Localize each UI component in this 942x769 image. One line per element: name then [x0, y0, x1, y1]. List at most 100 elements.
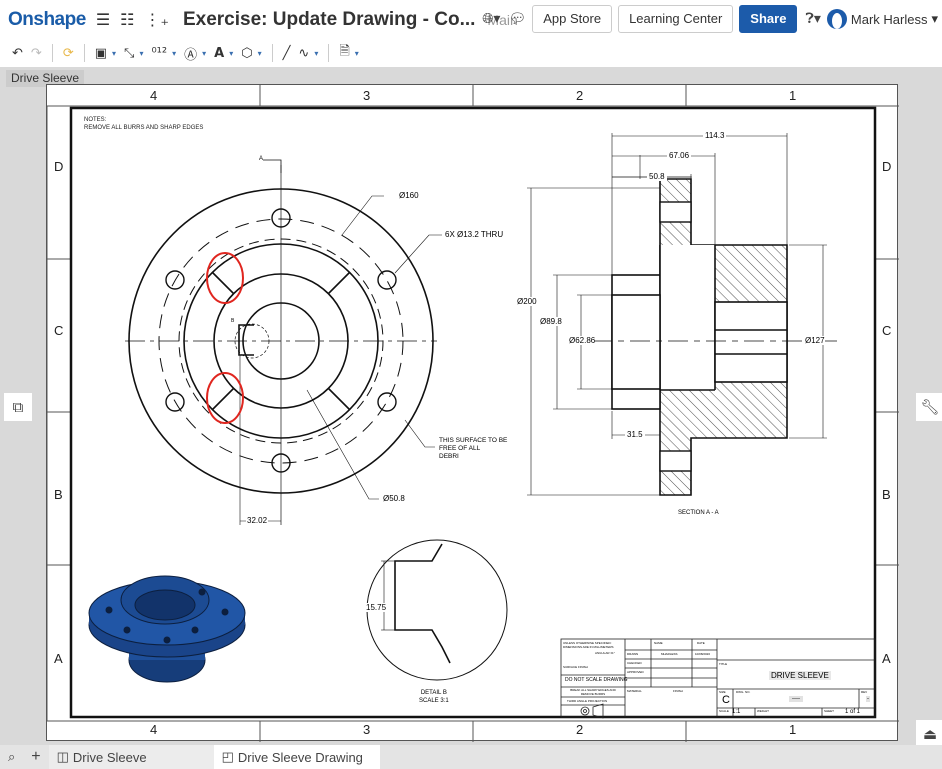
- symbol-tool[interactable]: ⬡ ▾: [241, 46, 261, 61]
- undo-button[interactable]: ↶: [12, 46, 23, 61]
- tb-size[interactable]: C: [722, 694, 730, 706]
- tb-no-scale: DO NOT SCALE DRAWING: [565, 677, 628, 683]
- user-caret-icon[interactable]: ▾: [931, 11, 938, 27]
- zone-col-4-bottom: 4: [150, 722, 158, 737]
- share-button[interactable]: Share: [739, 5, 798, 33]
- toolbar-divider: [328, 44, 330, 62]
- zone-row-b-right: B: [882, 487, 891, 502]
- drawing-canvas: [47, 85, 899, 742]
- drawing-icon: ◰: [221, 749, 234, 764]
- export-dxf-tool[interactable]: 🗎︎ ▾: [339, 42, 358, 64]
- hamburger-menu-icon[interactable]: ☰: [96, 10, 110, 29]
- bottom-tab-bar: ⌕ + ◫ Drive Sleeve ◰ Drive Sleeve Drawin…: [0, 745, 942, 769]
- detail-view: [366, 539, 508, 681]
- tb-finish[interactable]: FINISH: [673, 689, 683, 693]
- onshape-logo[interactable]: Onshape: [8, 9, 86, 31]
- stamp-icon[interactable]: ⏏: [916, 720, 942, 748]
- drawing-toolbar: ↶ ↷ ⟳ ▣ ▾ ⤡ ▾ ⁰¹² ▾ Ⓐ ▾ A ▾ ⬡ ▾ ╱ ∿ ▾ 🗎︎ ▾: [0, 39, 942, 67]
- tb-date-hdr: DATE: [697, 641, 705, 645]
- tb-drawn-date[interactable]: 10/08/2020: [695, 652, 710, 656]
- surface-note-3[interactable]: DEBRI: [439, 453, 507, 461]
- tb-rev[interactable]: -: [866, 696, 870, 702]
- zone-col-4: 4: [150, 88, 158, 103]
- insert-icon[interactable]: ⋮₊: [145, 10, 169, 29]
- tb-title[interactable]: DRIVE SLEEVE: [769, 671, 831, 680]
- dim-d127[interactable]: Ø127: [805, 336, 825, 345]
- avatar[interactable]: [826, 9, 847, 29]
- annotation-icon: Ⓐ: [184, 47, 198, 63]
- detail-marker[interactable]: B: [231, 318, 234, 324]
- zone-col-1-bottom: 1: [789, 722, 797, 737]
- comment-icon[interactable]: 💬︎: [508, 11, 526, 27]
- app-store-button[interactable]: App Store: [532, 5, 613, 33]
- tb-dwg-no[interactable]: ----: [789, 696, 803, 702]
- tb-drawn-name[interactable]: MHARLESS: [661, 652, 678, 656]
- annotation-tool[interactable]: Ⓐ ▾: [184, 44, 206, 63]
- dim-d50-8[interactable]: Ø50.8: [383, 494, 405, 503]
- zone-col-2-bottom: 2: [576, 722, 584, 737]
- symbol-icon: ⬡: [241, 45, 253, 61]
- dim-31-5[interactable]: 31.5: [625, 430, 645, 439]
- toolbar-divider: [271, 44, 273, 62]
- zone-row-d-right: D: [882, 159, 892, 174]
- section-label: SECTION A - A: [678, 510, 719, 516]
- filter-tabs-icon[interactable]: ⌕: [0, 745, 23, 769]
- help-icon[interactable]: ❓︎▾: [805, 11, 820, 27]
- dim-32-02[interactable]: 32.02: [246, 516, 269, 525]
- views-panel-icon[interactable]: ⧉: [4, 393, 32, 421]
- dimension-tool[interactable]: ⤡ ▾: [124, 46, 143, 61]
- learning-center-button[interactable]: Learning Center: [618, 5, 734, 33]
- wrench-icon[interactable]: 🔧︎: [916, 393, 942, 421]
- user-menu[interactable]: Mark Harless: [851, 12, 928, 27]
- update-icon[interactable]: ⟳: [63, 46, 74, 61]
- dim-d200[interactable]: Ø200: [517, 297, 537, 306]
- dim-114-3[interactable]: 114.3: [703, 131, 727, 140]
- section-view: [527, 133, 837, 496]
- detail-scale: SCALE 3:1: [419, 698, 449, 704]
- dim-d89-8[interactable]: Ø89.8: [540, 317, 562, 326]
- tb-material[interactable]: MATERIAL: [627, 689, 642, 693]
- dim-d160[interactable]: Ø160: [399, 191, 419, 200]
- tb-dwg-lbl: DWG. NO.: [736, 690, 751, 694]
- zone-row-a: A: [54, 651, 63, 666]
- toolbar-divider: [51, 44, 53, 62]
- tab-label: Drive Sleeve Drawing: [237, 749, 363, 765]
- dim-15-75[interactable]: 15.75: [366, 603, 387, 612]
- redo-button[interactable]: ↷: [31, 46, 42, 61]
- line-tool[interactable]: ╱: [283, 46, 291, 61]
- tb-title-lbl: TITLE: [719, 662, 728, 666]
- globe-icon[interactable]: 🌐︎▾: [482, 11, 500, 27]
- spline-tool[interactable]: ∿ ▾: [298, 46, 318, 61]
- feature-list-icon[interactable]: ☷: [120, 10, 134, 29]
- top-bar: Onshape ☰ ☷ ⋮₊ Exercise: Update Drawing …: [0, 0, 942, 39]
- tab-drawing[interactable]: ◰ Drive Sleeve Drawing: [213, 745, 380, 769]
- tab-part-studio[interactable]: ◫ Drive Sleeve: [48, 745, 214, 769]
- text-tool[interactable]: A ▾: [214, 46, 233, 61]
- tb-break-edges: BREAK ALL SHARP EDGES AND REMOVE BURRS: [570, 688, 616, 696]
- spline-icon: ∿: [298, 45, 310, 61]
- dim-d62-86[interactable]: Ø62.86: [569, 336, 596, 345]
- tb-rev-lbl: REV: [861, 690, 868, 694]
- zone-col-3-bottom: 3: [363, 722, 371, 737]
- dim-holes[interactable]: 6X Ø13.2 THRU: [445, 230, 503, 239]
- section-marker[interactable]: A: [259, 156, 263, 162]
- notes-body[interactable]: REMOVE ALL BURRS AND SHARP EDGES: [84, 124, 203, 132]
- notes-title: NOTES:: [84, 117, 107, 123]
- ordinate-tool[interactable]: ⁰¹² ▾: [151, 46, 176, 61]
- dim-50-8[interactable]: 50.8: [647, 172, 667, 181]
- tb-scale-lbl: SCALE: [719, 709, 729, 713]
- surface-note-1[interactable]: THIS SURFACE TO BE: [439, 437, 507, 445]
- add-tab-icon[interactable]: +: [23, 745, 48, 769]
- tb-surface-finish: SURFACE FINISH: [563, 665, 588, 669]
- toolbar-divider: [83, 44, 85, 62]
- zone-row-c-right: C: [882, 323, 892, 338]
- dim-67-06[interactable]: 67.06: [667, 151, 692, 160]
- zone-col-2: 2: [576, 88, 584, 103]
- tb-sheet[interactable]: 1 of 1: [845, 709, 860, 715]
- insert-view-tool[interactable]: ▣ ▾: [95, 46, 116, 61]
- ordinate-icon: ⁰¹²: [151, 45, 168, 61]
- part-studio-icon: ◫: [56, 749, 69, 764]
- tb-scale[interactable]: 1:1: [732, 709, 740, 715]
- document-title[interactable]: Exercise: Update Drawing - Co...: [183, 9, 475, 31]
- surface-note-2[interactable]: FREE OF ALL: [439, 445, 507, 453]
